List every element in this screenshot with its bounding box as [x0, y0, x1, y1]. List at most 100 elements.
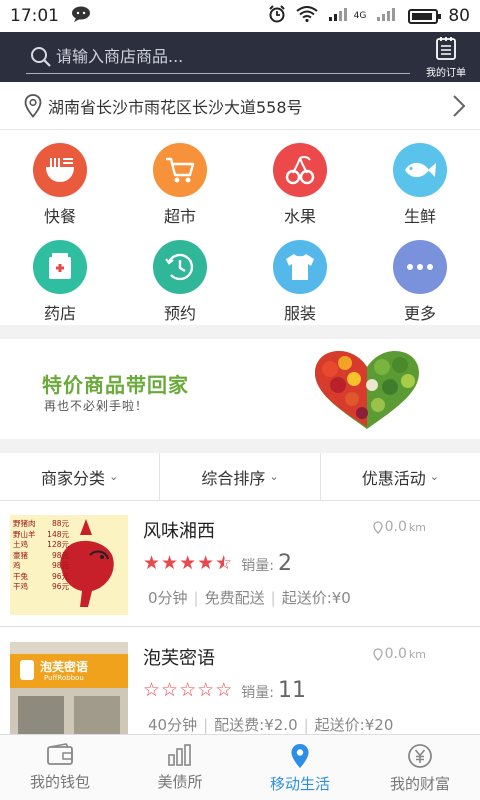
store-thumbnail: 泡芙密语 PuffRobbou — [10, 642, 128, 734]
location-pin-icon — [372, 520, 383, 534]
star-empty-icon: ☆ — [179, 679, 197, 701]
search-icon — [31, 46, 51, 67]
filter-sort[interactable]: 综合排序 ⌄ — [159, 453, 319, 500]
delivery-fee: 免费配送 — [188, 587, 265, 608]
category-fruit[interactable]: 水果 — [240, 131, 360, 228]
store-distance: 0.0 km — [372, 519, 426, 535]
nav-bond-exchange[interactable]: 美债所 — [120, 735, 240, 800]
delivery-time: 0分钟 — [148, 589, 188, 607]
location-pin-icon — [24, 93, 42, 118]
category-label: 预约 — [163, 304, 196, 323]
bar-chart-icon — [168, 744, 191, 766]
filter-bar: 商家分类 ⌄ 综合排序 ⌄ 优惠活动 ⌄ — [0, 453, 480, 501]
thumb-menu-row: 土鸡 128元 — [13, 540, 69, 549]
search-bar[interactable] — [26, 40, 410, 74]
category-label: 更多 — [403, 304, 436, 323]
medicine-icon — [33, 240, 87, 294]
filter-merchant-category[interactable]: 商家分类 ⌄ — [0, 453, 159, 500]
category-label: 快餐 — [43, 207, 76, 226]
category-reservation[interactable]: 预约 — [120, 228, 240, 325]
vegetable-heart-image — [315, 351, 419, 429]
delivery-time: 40分钟 — [148, 716, 198, 734]
nav-my-wealth[interactable]: 我的财富 — [360, 735, 480, 800]
nav-label: 我的财富 — [389, 775, 450, 793]
location-pin-icon — [291, 744, 309, 768]
sales-number: 11 — [277, 678, 306, 703]
battery-level: 80 — [448, 6, 470, 26]
star-empty-icon: ☆ — [197, 679, 215, 701]
category-more[interactable]: 更多 — [360, 228, 480, 325]
bottom-nav: 我的钱包 美债所 移动生活 我的财富 — [0, 734, 480, 800]
nav-label: 移动生活 — [269, 775, 330, 793]
store-list-item[interactable]: 野猪肉 88元 野山羊 148元 土鸡 128元 豪猪 98元 鸡 98元 干兔 96元 干… — [0, 501, 480, 627]
sales-count: 销量: 2 — [241, 551, 292, 576]
sales-label: 销量: — [241, 558, 274, 574]
yuan-coin-icon — [408, 744, 432, 768]
distance-value: 0.0 — [384, 519, 407, 535]
category-label: 超市 — [163, 207, 196, 226]
category-fresh[interactable]: 生鲜 — [360, 131, 480, 228]
category-label: 药店 — [43, 304, 76, 323]
address-bar[interactable]: 湖南省长沙市雨花区长沙大道558号 — [0, 82, 480, 130]
chevron-down-icon: ⌄ — [429, 470, 439, 483]
nav-wallet[interactable]: 我的钱包 — [0, 735, 120, 800]
shopping-cart-icon — [153, 143, 207, 197]
promo-banner[interactable]: 特价商品带回家 再也不必剁手啦！ — [0, 339, 480, 439]
chevron-down-icon: ⌄ — [109, 470, 119, 483]
thumb-sign-text: 泡芙密语 — [40, 660, 89, 674]
status-bar: 17:01 4G 80 — [0, 0, 480, 32]
thumb-menu-row: 干鸡 96元 — [13, 582, 69, 591]
star-half-icon: ☆★ — [215, 552, 233, 574]
category-supermarket[interactable]: 超市 — [120, 131, 240, 228]
category-label: 服装 — [283, 304, 316, 323]
thumb-menu-row: 野山羊 148元 — [13, 529, 69, 539]
search-input[interactable] — [52, 47, 410, 66]
signal-icon-2 — [376, 6, 398, 27]
search-header: 我的订单 — [0, 32, 480, 82]
store-name: 泡芙密语 — [143, 648, 215, 669]
chevron-down-icon: ⌄ — [269, 470, 279, 483]
store-meta: 0分钟 免费配送 起送价:¥0 — [148, 587, 351, 608]
min-order: 起送价:¥20 — [298, 714, 394, 734]
nav-label: 我的钱包 — [29, 773, 90, 791]
chevron-right-icon — [453, 95, 466, 117]
nav-mobile-life[interactable]: 移动生活 — [240, 735, 360, 800]
sales-label: 销量: — [241, 685, 274, 701]
star-full-icon: ★ — [143, 552, 161, 574]
store-list-item[interactable]: 泡芙密语 PuffRobbou 泡芙密语 0.0 km ☆ ☆ ☆ ☆ ☆ 销量… — [0, 628, 480, 734]
thumb-menu-row: 野猪肉 88元 — [13, 519, 69, 528]
category-label: 生鲜 — [403, 207, 436, 226]
cherry-icon — [273, 143, 327, 197]
category-pharmacy[interactable]: 药店 — [0, 228, 120, 325]
distance-unit: km — [408, 647, 426, 661]
clock-icon — [153, 240, 207, 294]
store-distance: 0.0 km — [372, 646, 426, 662]
thumb-menu-row: 鸡 98元 — [13, 561, 69, 570]
my-orders-label: 我的订单 — [426, 68, 466, 79]
category-clothing[interactable]: 服装 — [240, 228, 360, 325]
category-fast-food[interactable]: 快餐 — [0, 131, 120, 228]
wifi-icon — [296, 5, 318, 27]
signal-icon — [328, 6, 350, 27]
store-rating: ★ ★ ★ ★ ☆★ 销量:2 — [143, 551, 292, 576]
thumb-menu-row: 干兔 96元 — [13, 571, 69, 581]
store-meta: 40分钟 配送费:¥2.0 起送价:¥20 — [148, 714, 393, 734]
my-orders-button[interactable]: 我的订单 — [424, 36, 468, 79]
nav-label: 美债所 — [157, 773, 203, 791]
battery-icon — [408, 8, 442, 24]
fish-icon — [393, 143, 447, 197]
star-full-icon: ★ — [179, 552, 197, 574]
filter-label: 优惠活动 — [361, 468, 426, 488]
alarm-icon — [268, 4, 286, 28]
banner-title: 特价商品带回家 — [42, 373, 189, 397]
min-order: 起送价:¥0 — [265, 587, 351, 608]
filter-label: 综合排序 — [201, 468, 266, 488]
filter-promotions[interactable]: 优惠活动 ⌄ — [319, 453, 480, 500]
category-label: 水果 — [283, 207, 316, 226]
more-icon — [393, 240, 447, 294]
filter-label: 商家分类 — [41, 468, 106, 488]
store-rating: ☆ ☆ ☆ ☆ ☆ 销量: 11 — [143, 678, 306, 703]
network-4g-label: 4G — [353, 10, 367, 21]
star-full-icon: ★ — [161, 552, 179, 574]
star-empty-icon: ☆ — [143, 679, 161, 701]
